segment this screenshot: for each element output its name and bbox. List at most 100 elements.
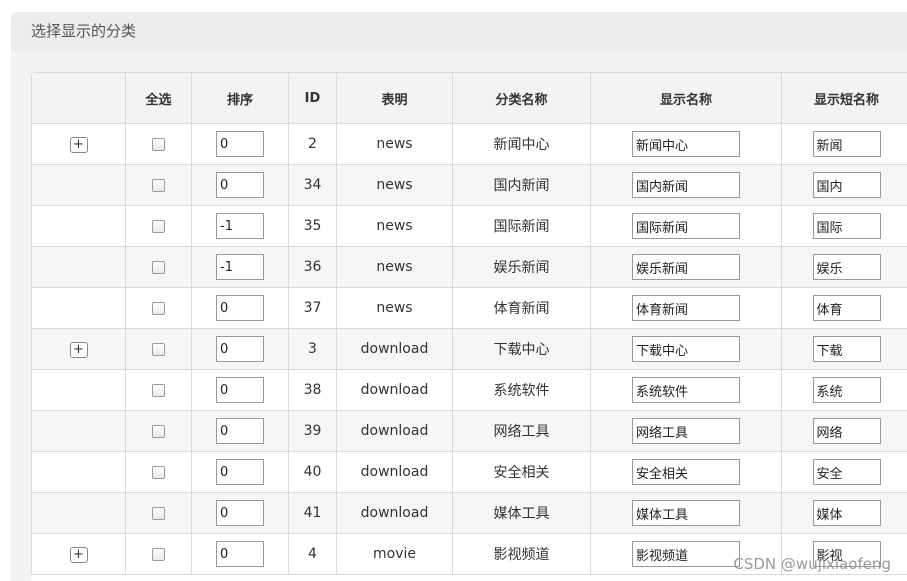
short-name-input[interactable] — [812, 131, 881, 157]
display-name-cell — [590, 164, 782, 206]
row-checkbox[interactable] — [152, 465, 165, 479]
short-name-cell — [781, 123, 907, 165]
select-cell — [125, 246, 192, 288]
expand-cell — [31, 451, 126, 493]
display-name-input[interactable] — [632, 459, 740, 485]
display-name-cell — [590, 369, 782, 411]
sort-input[interactable] — [216, 377, 264, 403]
select-all-header[interactable]: 全选 — [125, 72, 192, 124]
sort-input[interactable] — [216, 541, 264, 567]
short-name-input[interactable] — [812, 377, 881, 403]
display-name-cell — [590, 205, 782, 247]
table-row: 40download安全相关 — [31, 451, 907, 493]
short-name-input[interactable] — [812, 172, 881, 198]
sort-input[interactable] — [216, 459, 264, 485]
row-checkbox[interactable] — [152, 219, 165, 233]
sort-input[interactable] — [216, 254, 264, 280]
select-cell — [125, 205, 192, 247]
display-name-input[interactable] — [632, 295, 740, 321]
category-name-cell: 新闻中心 — [452, 123, 591, 165]
category-table-wrapper: 全选 排序 ID 表明 分类名称 显示名称 显示短名称 +2news新闻中心34… — [31, 72, 907, 581]
col-header-expand — [31, 72, 126, 124]
id-cell: 2 — [288, 123, 337, 165]
table-row: +3download下载中心 — [31, 328, 907, 370]
table-row: 35news国际新闻 — [31, 205, 907, 247]
id-cell: 40 — [288, 451, 337, 493]
display-name-input[interactable] — [632, 377, 740, 403]
expand-cell: + — [31, 328, 126, 370]
select-cell — [125, 164, 192, 206]
table-name-cell: download — [336, 328, 453, 370]
row-checkbox[interactable] — [152, 342, 165, 356]
col-header-table: 表明 — [336, 72, 453, 124]
display-name-input[interactable] — [632, 131, 740, 157]
short-name-cell — [781, 492, 907, 534]
display-name-input[interactable] — [632, 254, 740, 280]
expand-cell — [31, 205, 126, 247]
table-name-cell: download — [336, 369, 453, 411]
id-cell: 38 — [288, 369, 337, 411]
short-name-input[interactable] — [812, 459, 881, 485]
select-cell — [125, 328, 192, 370]
display-name-input[interactable] — [632, 172, 740, 198]
table-name-cell: download — [336, 410, 453, 452]
short-name-input[interactable] — [812, 213, 881, 239]
table-row: +2news新闻中心 — [31, 123, 907, 165]
sort-input[interactable] — [216, 418, 264, 444]
row-checkbox[interactable] — [152, 547, 165, 561]
display-name-input[interactable] — [632, 418, 740, 444]
display-name-input[interactable] — [632, 541, 740, 567]
short-name-input[interactable] — [812, 418, 881, 444]
id-cell: 39 — [288, 410, 337, 452]
row-checkbox[interactable] — [152, 137, 165, 151]
table-row: 34news国内新闻 — [31, 164, 907, 206]
id-cell: 3 — [288, 328, 337, 370]
expand-button[interactable]: + — [69, 546, 88, 563]
sort-input[interactable] — [216, 500, 264, 526]
expand-cell — [31, 492, 126, 534]
short-name-input[interactable] — [812, 500, 881, 526]
display-name-input[interactable] — [632, 336, 740, 362]
display-name-input[interactable] — [632, 213, 740, 239]
col-header-sort[interactable]: 排序 — [191, 72, 289, 124]
category-name-cell: 娱乐新闻 — [452, 246, 591, 288]
sort-input[interactable] — [216, 336, 264, 362]
id-cell: 41 — [288, 492, 337, 534]
sort-input[interactable] — [216, 172, 264, 198]
id-cell: 35 — [288, 205, 337, 247]
select-cell — [125, 451, 192, 493]
table-header-row: 全选 排序 ID 表明 分类名称 显示名称 显示短名称 — [31, 72, 907, 124]
short-name-cell — [781, 246, 907, 288]
category-name-cell: 国际新闻 — [452, 205, 591, 247]
row-checkbox[interactable] — [152, 301, 165, 315]
short-name-input[interactable] — [812, 295, 881, 321]
row-checkbox[interactable] — [152, 424, 165, 438]
sort-cell — [191, 451, 289, 493]
table-row: 39download网络工具 — [31, 410, 907, 452]
expand-button[interactable]: + — [69, 136, 88, 153]
row-checkbox[interactable] — [152, 383, 165, 397]
col-header-id[interactable]: ID — [288, 72, 337, 124]
col-header-short-name: 显示短名称 — [781, 72, 907, 124]
display-name-input[interactable] — [632, 500, 740, 526]
row-checkbox[interactable] — [152, 178, 165, 192]
sort-input[interactable] — [216, 213, 264, 239]
short-name-input[interactable] — [812, 254, 881, 280]
display-name-cell — [590, 492, 782, 534]
sort-input[interactable] — [216, 295, 264, 321]
sort-input[interactable] — [216, 131, 264, 157]
row-checkbox[interactable] — [152, 260, 165, 274]
table-row: 37news体育新闻 — [31, 287, 907, 329]
short-name-cell — [781, 369, 907, 411]
expand-cell: + — [31, 533, 126, 575]
select-cell — [125, 410, 192, 452]
expand-cell: + — [31, 123, 126, 165]
table-name-cell: news — [336, 287, 453, 329]
select-cell — [125, 123, 192, 165]
panel-header: 选择显示的分类 — [11, 12, 907, 51]
short-name-cell — [781, 328, 907, 370]
short-name-input[interactable] — [812, 541, 881, 567]
short-name-input[interactable] — [812, 336, 881, 362]
expand-button[interactable]: + — [69, 341, 88, 358]
row-checkbox[interactable] — [152, 506, 165, 520]
